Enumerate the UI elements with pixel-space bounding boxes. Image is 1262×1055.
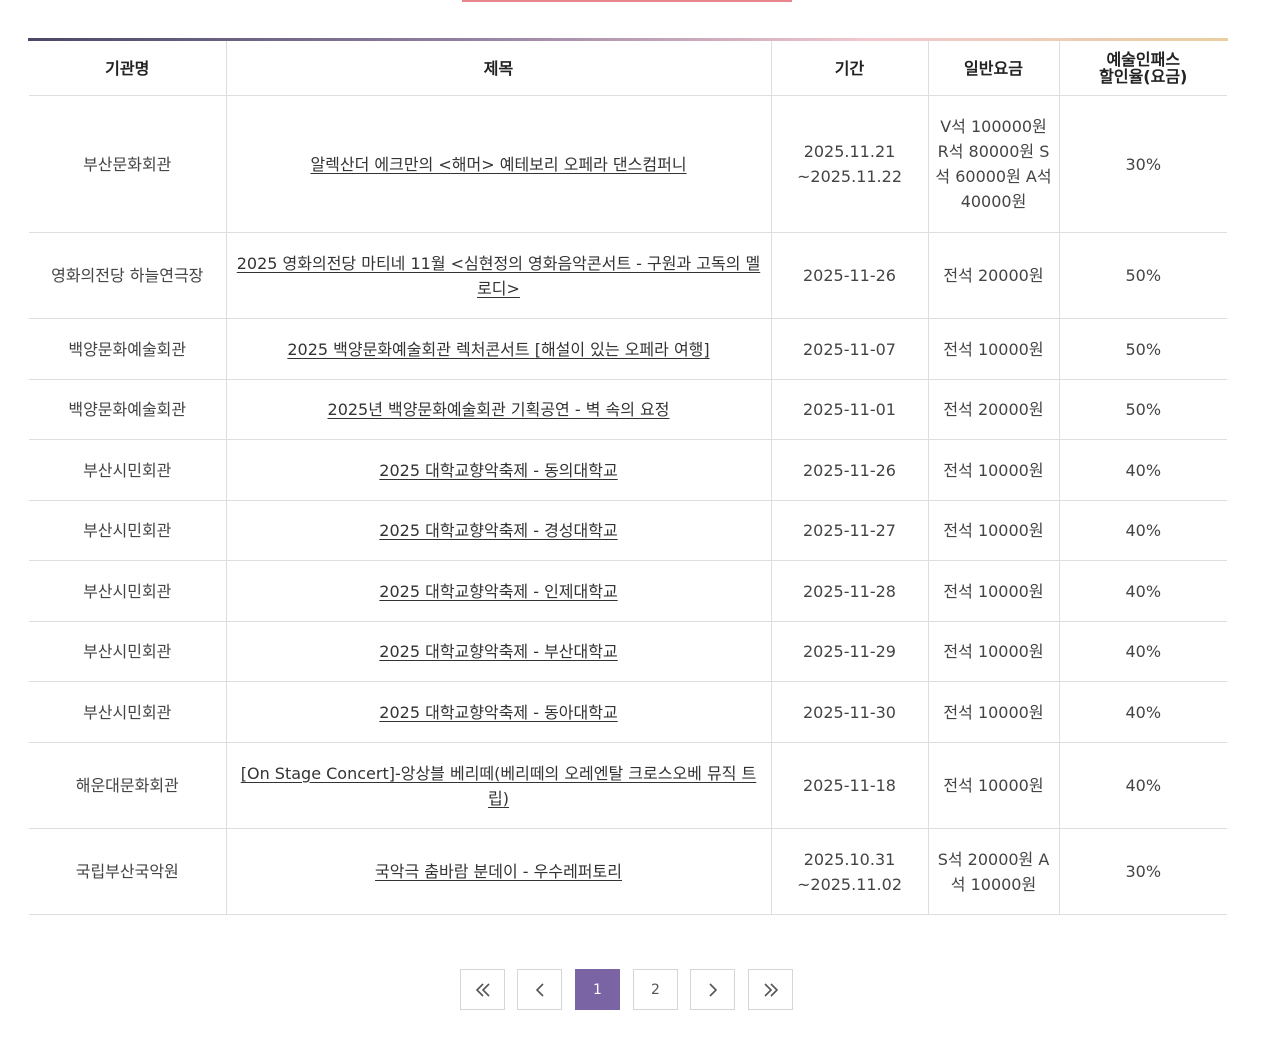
cell-discount: 50%	[1059, 318, 1227, 380]
page-button-1[interactable]: 1	[575, 969, 620, 1010]
cell-title: 국악극 춤바람 분데이 - 우수레퍼토리	[226, 828, 772, 915]
cell-period: 2025.10.31 ~2025.11.02	[771, 828, 929, 915]
cell-price: 전석 20000원	[928, 232, 1060, 319]
cell-period: 2025.11.21 ~2025.11.22	[771, 95, 929, 233]
first-page-button[interactable]	[460, 969, 505, 1010]
header-discount: 예술인패스 할인율(요금)	[1059, 41, 1227, 96]
cell-period: 2025-11-18	[771, 742, 929, 829]
cell-price: 전석 10000원	[928, 621, 1060, 682]
table-row: 부산시민회관 2025 대학교향악축제 - 부산대학교 2025-11-29 전…	[29, 621, 1227, 682]
cell-org: 부산시민회관	[29, 439, 227, 501]
cell-price: V석 100000원 R석 80000원 S석 60000원 A석 40000원	[928, 95, 1060, 233]
cell-title: 2025 대학교향악축제 - 경성대학교	[226, 500, 772, 561]
performance-table-container: 기관명 제목 기간 일반요금 예술인패스 할인율(요금) 부산문화회관 알렉산더 …	[28, 38, 1228, 915]
table-header-row: 기관명 제목 기간 일반요금 예술인패스 할인율(요금)	[29, 41, 1227, 96]
header-discount-line2: 할인율(요금)	[1099, 67, 1188, 86]
cell-price: 전석 10000원	[928, 742, 1060, 829]
title-link[interactable]: 2025 대학교향악축제 - 동의대학교	[379, 461, 617, 480]
cell-org: 부산시민회관	[29, 621, 227, 682]
title-link[interactable]: 알렉산더 에크만의 <해머> 예테보리 오페라 댄스컴퍼니	[310, 155, 686, 174]
cell-period: 2025-11-27	[771, 500, 929, 561]
title-link[interactable]: 2025년 백양문화예술회관 기획공연 - 벽 속의 요정	[328, 400, 670, 419]
table-row: 부산문화회관 알렉산더 에크만의 <해머> 예테보리 오페라 댄스컴퍼니 202…	[29, 95, 1227, 233]
cell-period: 2025-11-30	[771, 681, 929, 743]
header-org: 기관명	[29, 41, 227, 96]
table-row: 부산시민회관 2025 대학교향악축제 - 동의대학교 2025-11-26 전…	[29, 439, 1227, 501]
title-link[interactable]: 2025 대학교향악축제 - 인제대학교	[379, 582, 617, 601]
performance-table: 기관명 제목 기간 일반요금 예술인패스 할인율(요금) 부산문화회관 알렉산더 …	[29, 41, 1227, 915]
cell-discount: 30%	[1059, 95, 1227, 233]
header-period: 기간	[771, 41, 929, 96]
cell-period: 2025-11-29	[771, 621, 929, 682]
cell-title: [On Stage Concert]-앙상블 베리떼(베리떼의 오레엔탈 크로스…	[226, 742, 772, 829]
cell-title: 2025 대학교향악축제 - 동의대학교	[226, 439, 772, 501]
title-link[interactable]: 2025 대학교향악축제 - 경성대학교	[379, 521, 617, 540]
title-link[interactable]: [On Stage Concert]-앙상블 베리떼(베리떼의 오레엔탈 크로스…	[241, 764, 757, 808]
cell-price: 전석 10000원	[928, 681, 1060, 743]
cell-discount: 50%	[1059, 232, 1227, 319]
header-price: 일반요금	[928, 41, 1060, 96]
table-row: 영화의전당 하늘연극장 2025 영화의전당 마티네 11월 <심현정의 영화음…	[29, 232, 1227, 319]
cell-discount: 40%	[1059, 681, 1227, 743]
cell-price: 전석 20000원	[928, 379, 1060, 440]
double-chevron-left-icon	[475, 982, 490, 997]
header-title: 제목	[226, 41, 772, 96]
cell-price: 전석 10000원	[928, 500, 1060, 561]
title-link[interactable]: 2025 영화의전당 마티네 11월 <심현정의 영화음악콘서트 - 구원과 고…	[237, 254, 760, 298]
double-chevron-right-icon	[763, 982, 778, 997]
cell-price: 전석 10000원	[928, 439, 1060, 501]
cell-org: 부산시민회관	[29, 681, 227, 743]
cell-org: 백양문화예술회관	[29, 318, 227, 380]
cell-period: 2025-11-07	[771, 318, 929, 380]
table-row: 부산시민회관 2025 대학교향악축제 - 인제대학교 2025-11-28 전…	[29, 560, 1227, 622]
cell-price: 전석 10000원	[928, 560, 1060, 622]
chevron-left-icon	[535, 982, 544, 997]
table-row: 부산시민회관 2025 대학교향악축제 - 동아대학교 2025-11-30 전…	[29, 681, 1227, 743]
prev-page-button[interactable]	[517, 969, 562, 1010]
title-link[interactable]: 2025 대학교향악축제 - 부산대학교	[379, 642, 617, 661]
cell-org: 국립부산국악원	[29, 828, 227, 915]
cell-discount: 30%	[1059, 828, 1227, 915]
cell-title: 2025년 백양문화예술회관 기획공연 - 벽 속의 요정	[226, 379, 772, 440]
cell-org: 부산문화회관	[29, 95, 227, 233]
table-row: 백양문화예술회관 2025 백양문화예술회관 렉처콘서트 [해설이 있는 오페라…	[29, 318, 1227, 380]
cell-title: 2025 대학교향악축제 - 인제대학교	[226, 560, 772, 622]
cell-discount: 40%	[1059, 742, 1227, 829]
cell-price: 전석 10000원	[928, 318, 1060, 380]
cell-title: 2025 대학교향악축제 - 부산대학교	[226, 621, 772, 682]
page-button-2[interactable]: 2	[633, 969, 678, 1010]
cell-discount: 40%	[1059, 621, 1227, 682]
last-page-button[interactable]	[748, 969, 793, 1010]
table-row: 백양문화예술회관 2025년 백양문화예술회관 기획공연 - 벽 속의 요정 2…	[29, 379, 1227, 440]
chevron-right-icon	[708, 982, 717, 997]
table-row: 부산시민회관 2025 대학교향악축제 - 경성대학교 2025-11-27 전…	[29, 500, 1227, 561]
table-row: 해운대문화회관 [On Stage Concert]-앙상블 베리떼(베리떼의 …	[29, 742, 1227, 829]
top-accent-bar	[462, 0, 792, 2]
cell-period: 2025-11-28	[771, 560, 929, 622]
title-link[interactable]: 2025 대학교향악축제 - 동아대학교	[379, 703, 617, 722]
cell-discount: 50%	[1059, 379, 1227, 440]
cell-period: 2025-11-26	[771, 232, 929, 319]
next-page-button[interactable]	[690, 969, 735, 1010]
cell-title: 2025 영화의전당 마티네 11월 <심현정의 영화음악콘서트 - 구원과 고…	[226, 232, 772, 319]
cell-discount: 40%	[1059, 500, 1227, 561]
cell-discount: 40%	[1059, 560, 1227, 622]
title-link[interactable]: 2025 백양문화예술회관 렉처콘서트 [해설이 있는 오페라 여행]	[287, 340, 709, 359]
cell-org: 영화의전당 하늘연극장	[29, 232, 227, 319]
cell-org: 부산시민회관	[29, 500, 227, 561]
cell-period: 2025-11-01	[771, 379, 929, 440]
cell-title: 2025 백양문화예술회관 렉처콘서트 [해설이 있는 오페라 여행]	[226, 318, 772, 380]
table-row: 국립부산국악원 국악극 춤바람 분데이 - 우수레퍼토리 2025.10.31 …	[29, 828, 1227, 915]
cell-period: 2025-11-26	[771, 439, 929, 501]
cell-title: 2025 대학교향악축제 - 동아대학교	[226, 681, 772, 743]
cell-org: 해운대문화회관	[29, 742, 227, 829]
cell-org: 부산시민회관	[29, 560, 227, 622]
cell-title: 알렉산더 에크만의 <해머> 예테보리 오페라 댄스컴퍼니	[226, 95, 772, 233]
cell-org: 백양문화예술회관	[29, 379, 227, 440]
cell-price: S석 20000원 A석 10000원	[928, 828, 1060, 915]
title-link[interactable]: 국악극 춤바람 분데이 - 우수레퍼토리	[375, 862, 622, 881]
cell-discount: 40%	[1059, 439, 1227, 501]
